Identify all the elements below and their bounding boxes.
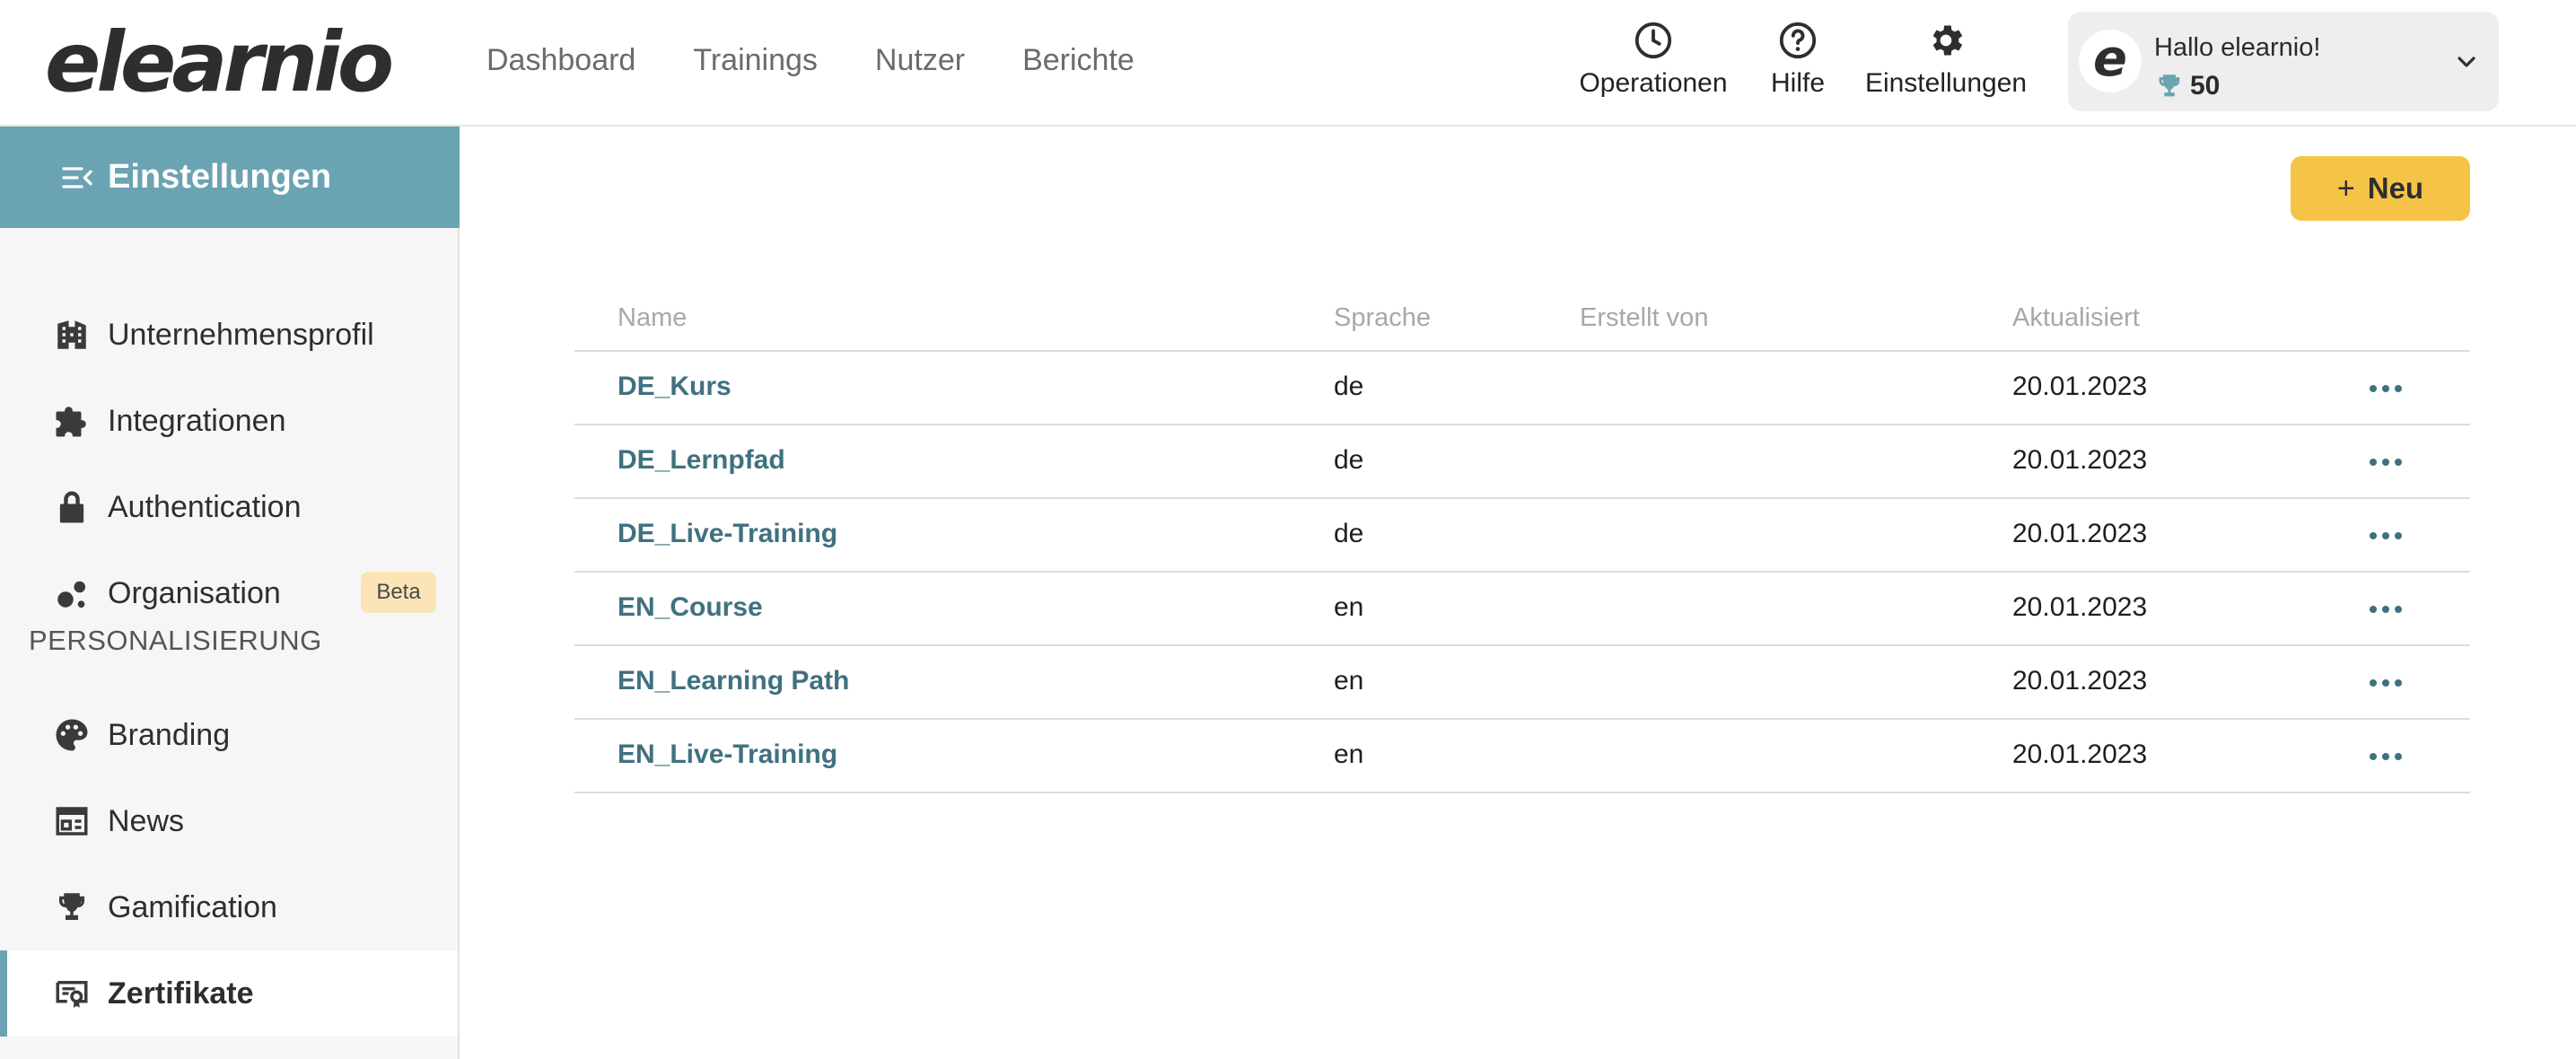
row-language: de <box>1334 519 1364 548</box>
row-updated: 20.01.2023 <box>2012 372 2148 401</box>
header-updated[interactable]: Aktualisiert <box>2012 303 2140 333</box>
user-menu[interactable]: e Hallo elearnio! 50 <box>2068 12 2499 111</box>
sidebar-item-label: Authentication <box>108 489 302 524</box>
collapse-menu-icon <box>62 166 92 188</box>
help-circle-icon <box>1779 22 1817 59</box>
operations-button[interactable]: Operationen <box>1578 20 1729 109</box>
org-dots-icon <box>52 573 92 613</box>
nav-trainings[interactable]: Trainings <box>693 39 818 81</box>
plus-icon: + <box>2336 171 2355 206</box>
settings-label: Einstellungen <box>1864 68 2028 98</box>
sidebar-item-label: Unternehmensprofil <box>108 317 374 352</box>
certificate-icon <box>52 974 92 1013</box>
trophy-icon <box>52 888 92 927</box>
row-name-link[interactable]: DE_Lernpfad <box>618 445 785 476</box>
more-options-icon[interactable] <box>2366 743 2405 770</box>
row-language: en <box>1334 592 1364 622</box>
row-language: de <box>1334 372 1364 401</box>
row-name-link[interactable]: EN_Live-Training <box>618 740 837 770</box>
gear-icon <box>1932 25 1963 56</box>
points-value: 50 <box>2190 71 2221 101</box>
row-language: de <box>1334 445 1364 475</box>
user-greeting: Hallo elearnio! <box>2154 33 2321 62</box>
sidebar-item-gamification[interactable]: Gamification <box>0 864 458 950</box>
sidebar-item-label: News <box>108 803 185 838</box>
clock-icon <box>1634 22 1672 59</box>
newspaper-icon <box>52 801 92 841</box>
nav-nutzer[interactable]: Nutzer <box>875 39 965 81</box>
user-points: 50 <box>2154 71 2220 101</box>
table-row[interactable]: EN_Live-Training en 20.01.2023 <box>574 720 2470 793</box>
more-options-icon[interactable] <box>2366 449 2405 476</box>
sidebar-item-integrationen[interactable]: Integrationen <box>0 378 458 464</box>
header-language[interactable]: Sprache <box>1334 303 1431 333</box>
settings-sidebar: Einstellungen Unternehmensprofil Integra… <box>0 127 460 1059</box>
sidebar-item-label: Integrationen <box>108 403 286 438</box>
more-options-icon[interactable] <box>2366 522 2405 549</box>
table-header: Name Sprache Erstellt von Aktualisiert <box>574 285 2470 352</box>
row-language: en <box>1334 666 1364 696</box>
new-button-label: Neu <box>2367 171 2424 205</box>
nav-dashboard[interactable]: Dashboard <box>486 39 635 81</box>
sidebar-item-news[interactable]: News <box>0 778 458 864</box>
palette-icon <box>52 715 92 755</box>
header-name[interactable]: Name <box>618 303 687 333</box>
row-updated: 20.01.2023 <box>2012 519 2148 548</box>
puzzle-icon <box>52 401 92 441</box>
app-logo[interactable]: elearnio <box>45 18 394 108</box>
sidebar-item-branding[interactable]: Branding <box>0 692 458 778</box>
sidebar-header[interactable]: Einstellungen <box>0 127 460 228</box>
row-updated: 20.01.2023 <box>2012 592 2148 622</box>
beta-badge: Beta <box>361 572 436 613</box>
settings-button[interactable]: Einstellungen <box>1864 20 2028 109</box>
row-name-link[interactable]: DE_Kurs <box>618 372 732 402</box>
nav-berichte[interactable]: Berichte <box>1022 39 1135 81</box>
row-name-link[interactable]: DE_Live-Training <box>618 519 837 549</box>
table-row[interactable]: EN_Learning Path en 20.01.2023 <box>574 646 2470 720</box>
sidebar-item-organisation[interactable]: Organisation Beta <box>0 550 458 636</box>
row-updated: 20.01.2023 <box>2012 445 2148 475</box>
table-row[interactable]: EN_Course en 20.01.2023 <box>574 573 2470 646</box>
more-options-icon[interactable] <box>2366 596 2405 623</box>
help-label: Hilfe <box>1770 68 1825 98</box>
trophy-icon <box>2159 74 2180 97</box>
top-header: elearnio Dashboard Trainings Nutzer Beri… <box>0 0 2576 127</box>
sidebar-item-label: Branding <box>108 717 231 752</box>
sidebar-item-label: Gamification <box>108 889 277 924</box>
row-updated: 20.01.2023 <box>2012 666 2148 696</box>
new-certificate-button[interactable]: + Neu <box>2291 156 2470 221</box>
row-name-link[interactable]: EN_Course <box>618 592 763 623</box>
row-updated: 20.01.2023 <box>2012 740 2148 769</box>
chevron-down-icon <box>2458 57 2475 67</box>
table-row[interactable]: DE_Kurs de 20.01.2023 <box>574 352 2470 425</box>
operations-label: Operationen <box>1579 68 1728 98</box>
more-options-icon[interactable] <box>2366 375 2405 402</box>
sidebar-item-authentication[interactable]: Authentication <box>0 464 458 550</box>
avatar: e <box>2079 30 2142 92</box>
sidebar-item-zertifikate[interactable]: Zertifikate <box>0 950 458 1037</box>
header-created-by[interactable]: Erstellt von <box>1580 303 1708 333</box>
more-options-icon[interactable] <box>2366 670 2405 696</box>
sidebar-item-label: Organisation <box>108 575 281 610</box>
help-button[interactable]: Hilfe <box>1763 20 1833 109</box>
row-language: en <box>1334 740 1364 769</box>
sidebar-item-label: Zertifikate <box>108 976 254 1011</box>
section-personalisierung: PERSONALISIERUNG <box>29 625 322 656</box>
row-name-link[interactable]: EN_Learning Path <box>618 666 849 696</box>
table-row[interactable]: DE_Lernpfad de 20.01.2023 <box>574 425 2470 499</box>
certificates-table: Name Sprache Erstellt von Aktualisiert D… <box>574 285 2470 793</box>
building-icon <box>52 315 92 354</box>
main-nav: Dashboard Trainings Nutzer Berichte <box>486 39 1135 81</box>
sidebar-item-unternehmensprofil[interactable]: Unternehmensprofil <box>0 292 458 378</box>
lock-icon <box>52 487 92 527</box>
sidebar-title: Einstellungen <box>108 158 332 196</box>
table-row[interactable]: DE_Live-Training de 20.01.2023 <box>574 499 2470 573</box>
